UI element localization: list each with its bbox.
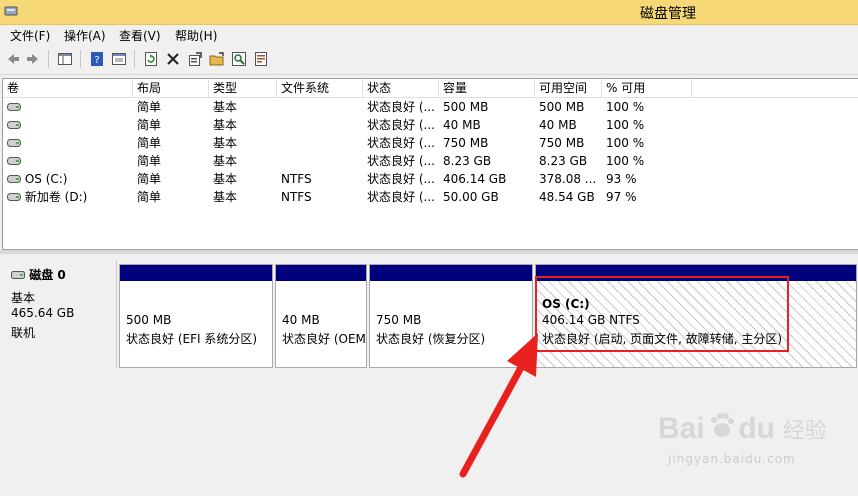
watermark-url: jingyan.baidu.com: [668, 452, 796, 466]
baidu-jingyan-watermark: Bai du 经验 jingyan.baidu.com: [658, 412, 827, 466]
watermark-cn: 经验: [782, 419, 827, 444]
watermark-brand2: du: [738, 412, 775, 445]
watermark-brand: Bai: [658, 412, 705, 445]
paw-icon: [710, 413, 734, 437]
